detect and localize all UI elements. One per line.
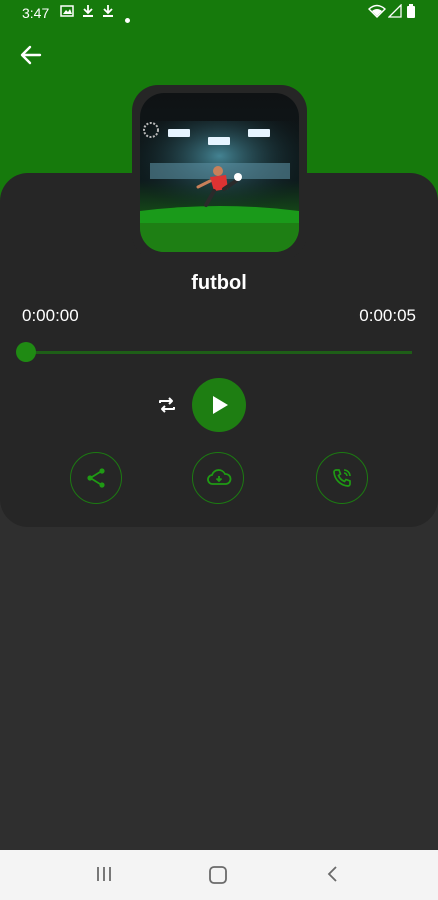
track-title: futbol	[191, 272, 247, 294]
share-button[interactable]	[70, 452, 122, 504]
status-time: 3:47	[22, 5, 50, 21]
repeat-icon	[159, 397, 175, 413]
system-nav-bar	[0, 850, 438, 900]
arrow-left-icon	[20, 45, 42, 65]
back-button[interactable]	[16, 40, 46, 70]
gallery-icon	[60, 4, 74, 21]
repeat-button[interactable]	[155, 393, 179, 417]
cloud-download-icon	[207, 469, 232, 485]
home-icon[interactable]	[207, 864, 229, 891]
seek-thumb[interactable]	[16, 342, 36, 362]
album-artwork	[140, 93, 299, 252]
wifi-icon	[367, 4, 387, 21]
set-ringtone-button[interactable]	[316, 452, 368, 504]
phone-ringtone-icon	[333, 469, 351, 487]
status-bar: 3:47	[0, 0, 438, 26]
download-button[interactable]	[192, 452, 244, 504]
recent-apps-icon[interactable]	[94, 864, 114, 889]
current-time: 0:00:00	[22, 306, 79, 325]
play-button[interactable]	[192, 378, 246, 432]
back-icon[interactable]	[323, 864, 343, 889]
signal-icon	[387, 3, 402, 21]
battery-icon	[406, 4, 416, 22]
play-icon	[213, 396, 228, 414]
share-icon	[87, 468, 105, 488]
total-time: 0:00:05	[359, 306, 416, 325]
download-icon	[82, 4, 94, 21]
dot-icon	[125, 10, 130, 26]
seek-bar[interactable]	[26, 351, 412, 354]
download-icon	[102, 4, 114, 21]
